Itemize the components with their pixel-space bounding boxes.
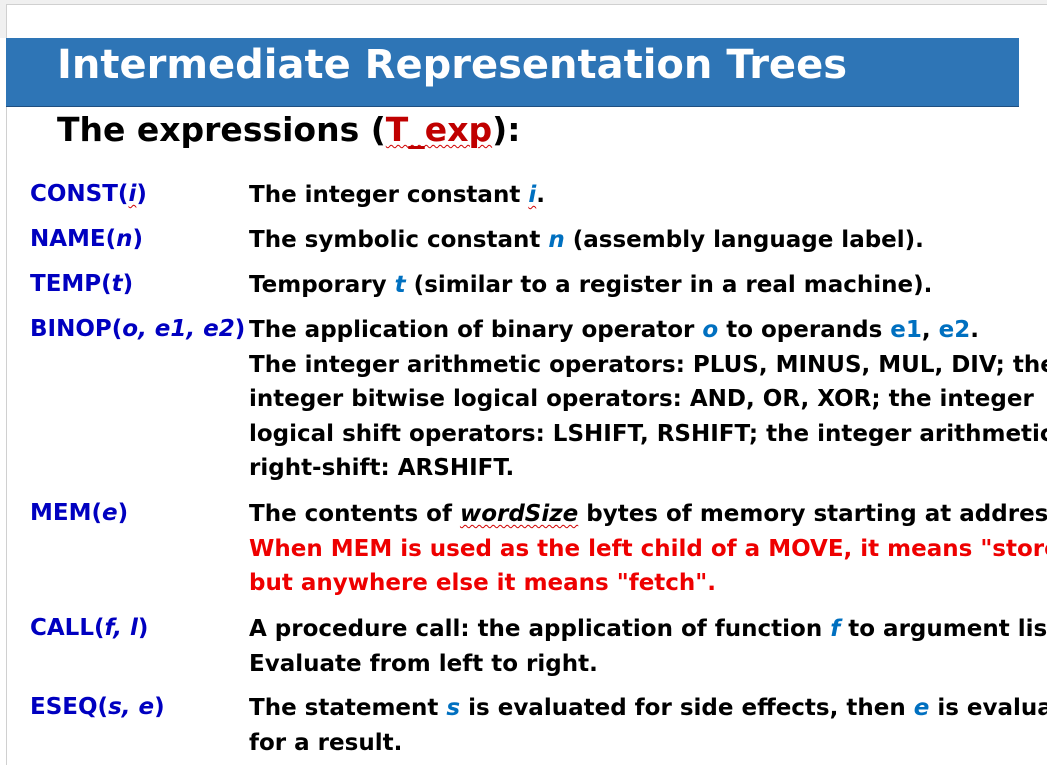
- expr-desc-temp: Temporary t (similar to a register in a …: [249, 272, 933, 298]
- expr-desc-const: The integer constant i.: [249, 182, 545, 208]
- expr-name-mem: MEM(e): [30, 500, 129, 526]
- expr-desc-name: The symbolic constant n (assembly langua…: [249, 227, 924, 253]
- slide-subtitle: The expressions (T_exp):: [57, 110, 520, 149]
- expr-name-name: NAME(n): [30, 226, 144, 252]
- expr-name-const: CONST(i): [30, 181, 147, 207]
- mem-store-note: When MEM is used as the left child of a …: [249, 535, 1047, 562]
- expr-name-eseq: ESEQ(s, e): [30, 694, 165, 720]
- word-size-term: wordSize: [459, 501, 579, 527]
- expr-name-temp: TEMP(t): [30, 271, 134, 297]
- subtitle-highlight-t-exp: T_exp: [385, 110, 493, 149]
- expr-desc-eseq: The statement s is evaluated for side ef…: [249, 695, 1047, 756]
- mem-fetch-note: but anywhere else it means "fetch".: [249, 570, 717, 596]
- expr-desc-call: A procedure call: the application of fun…: [249, 616, 1047, 677]
- subtitle-suffix: ):: [492, 110, 521, 149]
- expr-name-binop: BINOP(o, e1, e2): [30, 316, 246, 342]
- slide-title: Intermediate Representation Trees: [57, 42, 847, 88]
- expr-name-call: CALL(f, l): [30, 615, 149, 641]
- expr-desc-mem: The contents of wordSize bytes of memory…: [249, 497, 1047, 601]
- expr-desc-binop: The application of binary operator o to …: [249, 317, 1047, 481]
- subtitle-prefix: The expressions (: [57, 110, 386, 149]
